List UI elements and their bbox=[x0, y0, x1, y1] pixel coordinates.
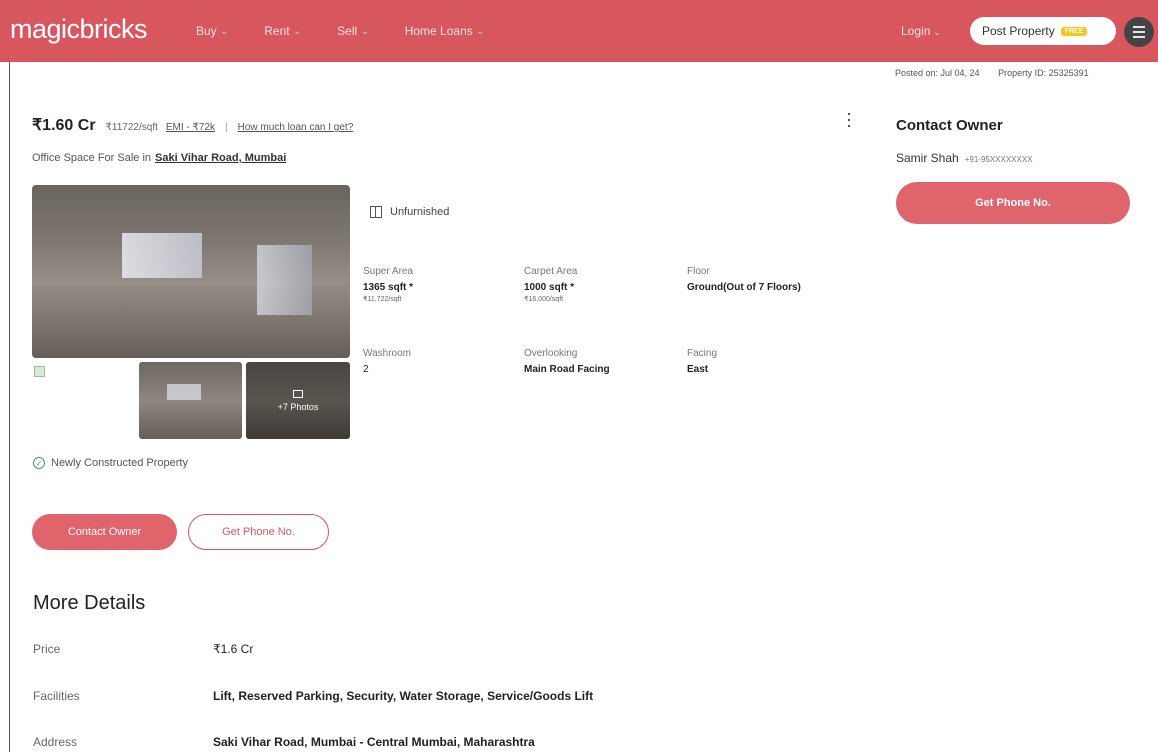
main-property-photo[interactable] bbox=[32, 185, 350, 358]
super-area-value: 1365 sqft bbox=[363, 282, 407, 293]
panel-get-phone-button[interactable]: Get Phone No. bbox=[896, 182, 1130, 224]
spec-value: 1365 sqft * bbox=[363, 282, 413, 293]
nav-rent-label: Rent bbox=[264, 24, 290, 38]
chevron-down-icon: ⌄ bbox=[933, 27, 941, 37]
top-header: magicbricks Buy ⌄ Rent ⌄ Sell ⌄ Home Loans ⌄… bbox=[0, 0, 1158, 62]
post-property-button[interactable]: Post Property FREE bbox=[970, 17, 1116, 45]
spec-facing: Facing East bbox=[687, 348, 717, 375]
owner-name: Samir Shah bbox=[896, 151, 959, 165]
more-details-title: More Details bbox=[33, 592, 146, 614]
spec-super-area: Super Area 1365 sqft * ₹11,722/sqft bbox=[363, 266, 413, 303]
nav-buy-label: Buy bbox=[196, 24, 217, 38]
owner-phone-masked: +91-95XXXXXXXX bbox=[964, 155, 1033, 164]
gallery-icon bbox=[293, 389, 303, 398]
nav-buy[interactable]: Buy ⌄ bbox=[196, 24, 228, 38]
furnishing-status: Unfurnished bbox=[370, 206, 449, 218]
chevron-down-icon: ⌄ bbox=[293, 25, 302, 36]
furnishing-label: Unfurnished bbox=[390, 206, 450, 218]
spec-washroom: Washroom 2 bbox=[363, 348, 411, 375]
detail-row-price: Price ₹1.6 Cr bbox=[33, 642, 253, 656]
menu-icon[interactable] bbox=[1124, 17, 1154, 47]
chevron-down-icon: ⌄ bbox=[220, 25, 229, 36]
photo-thumbnail[interactable] bbox=[139, 362, 242, 439]
nav-sell-label: Sell bbox=[337, 24, 358, 38]
contact-owner-button[interactable]: Contact Owner bbox=[32, 514, 177, 550]
listing-price: ₹1.60 Cr bbox=[32, 117, 96, 134]
spec-value: Ground(Out of 7 Floors) bbox=[687, 282, 801, 293]
more-photos-thumbnail[interactable]: +7 Photos bbox=[246, 362, 350, 439]
property-id: Property ID: 25325391 bbox=[998, 68, 1089, 78]
detail-key: Price bbox=[33, 642, 61, 656]
info-icon[interactable]: * bbox=[409, 282, 413, 293]
chevron-down-icon: ⌄ bbox=[476, 25, 485, 36]
chevron-down-icon: ⌄ bbox=[361, 25, 369, 36]
detail-row-address: Address Saki Vihar Road, Mumbai - Centra… bbox=[33, 735, 535, 749]
spec-label: Facing bbox=[687, 348, 718, 359]
detail-key: Facilities bbox=[33, 689, 80, 703]
spec-label: Super Area bbox=[363, 266, 414, 277]
title-prefix: Office Space For Sale in bbox=[32, 152, 152, 164]
spec-overlooking: Overlooking Main Road Facing bbox=[524, 348, 610, 375]
more-photos-label: +7 Photos bbox=[277, 401, 319, 412]
nav-home-loans-label: Home Loans bbox=[404, 24, 473, 38]
spec-sub: ₹11,722/sqft bbox=[363, 296, 402, 303]
check-circle-icon: ✓ bbox=[33, 457, 45, 469]
spec-carpet-area: Carpet Area 1000 sqft * ₹16,000/sqft bbox=[524, 266, 577, 303]
spec-value: Main Road Facing bbox=[524, 364, 610, 375]
page-left-border bbox=[9, 62, 10, 752]
post-property-label: Post Property bbox=[982, 24, 1055, 38]
spec-label: Overlooking bbox=[524, 348, 578, 359]
detail-value: Saki Vihar Road, Mumbai - Central Mumbai… bbox=[213, 735, 535, 749]
spec-label: Washroom bbox=[363, 348, 411, 359]
newly-constructed-label: Newly Constructed Property bbox=[51, 457, 188, 469]
owner-info: Samir Shah +91-95XXXXXXXX bbox=[896, 151, 1033, 165]
magicbricks-logo[interactable]: magicbricks bbox=[10, 14, 148, 45]
posted-on: Posted on: Jul 04, 24 bbox=[895, 68, 980, 78]
free-badge: FREE bbox=[1060, 26, 1088, 36]
spec-label: Floor bbox=[687, 266, 710, 277]
price-row: ₹1.60 Cr ₹11722/sqft EMI - ₹72k | How mu… bbox=[32, 115, 353, 135]
broken-image-icon[interactable] bbox=[34, 366, 45, 377]
nav-sell[interactable]: Sell ⌄ bbox=[337, 24, 369, 38]
newly-constructed-tag: ✓ Newly Constructed Property bbox=[33, 457, 188, 469]
spec-value: East bbox=[687, 364, 709, 375]
loan-link[interactable]: How much loan can I get? bbox=[238, 122, 354, 133]
spec-value: 1000 sqft * bbox=[524, 282, 577, 293]
main-nav: Buy ⌄ Rent ⌄ Sell ⌄ Home Loans ⌄ bbox=[196, 24, 520, 38]
get-phone-button[interactable]: Get Phone No. bbox=[188, 514, 329, 550]
nav-rent[interactable]: Rent ⌄ bbox=[264, 24, 301, 38]
spec-sub: ₹16,000/sqft bbox=[524, 296, 564, 303]
emi-link[interactable]: EMI - ₹72k bbox=[166, 122, 215, 133]
price-per-sqft: ₹11722/sqft bbox=[105, 122, 158, 133]
separator: | bbox=[225, 122, 228, 133]
nav-home-loans[interactable]: Home Loans ⌄ bbox=[405, 24, 485, 38]
spec-label: Carpet Area bbox=[524, 266, 578, 277]
spec-value: 2 bbox=[363, 364, 369, 375]
furnishing-icon bbox=[370, 206, 382, 218]
detail-value: ₹1.6 Cr bbox=[213, 642, 254, 656]
carpet-area-value: 1000 sqft bbox=[524, 282, 568, 293]
detail-value: Lift, Reserved Parking, Security, Water … bbox=[213, 689, 594, 703]
login-link[interactable]: Login ⌄ bbox=[901, 24, 941, 38]
detail-row-facilities: Facilities Lift, Reserved Parking, Secur… bbox=[33, 689, 593, 703]
kebab-menu-icon[interactable]: · · · bbox=[846, 104, 852, 134]
listing-title: Office Space For Sale in Saki Vihar Road,… bbox=[32, 152, 286, 164]
info-icon[interactable]: * bbox=[570, 282, 574, 293]
contact-owner-title: Contact Owner bbox=[896, 117, 1003, 134]
location-link[interactable]: Saki Vihar Road, Mumbai bbox=[155, 152, 286, 164]
login-label: Login bbox=[901, 24, 931, 38]
detail-key: Address bbox=[33, 735, 78, 749]
spec-floor: Floor Ground(Out of 7 Floors) bbox=[687, 266, 801, 293]
posted-meta: Posted on: Jul 04, 24 Property ID: 25325… bbox=[895, 68, 1105, 78]
